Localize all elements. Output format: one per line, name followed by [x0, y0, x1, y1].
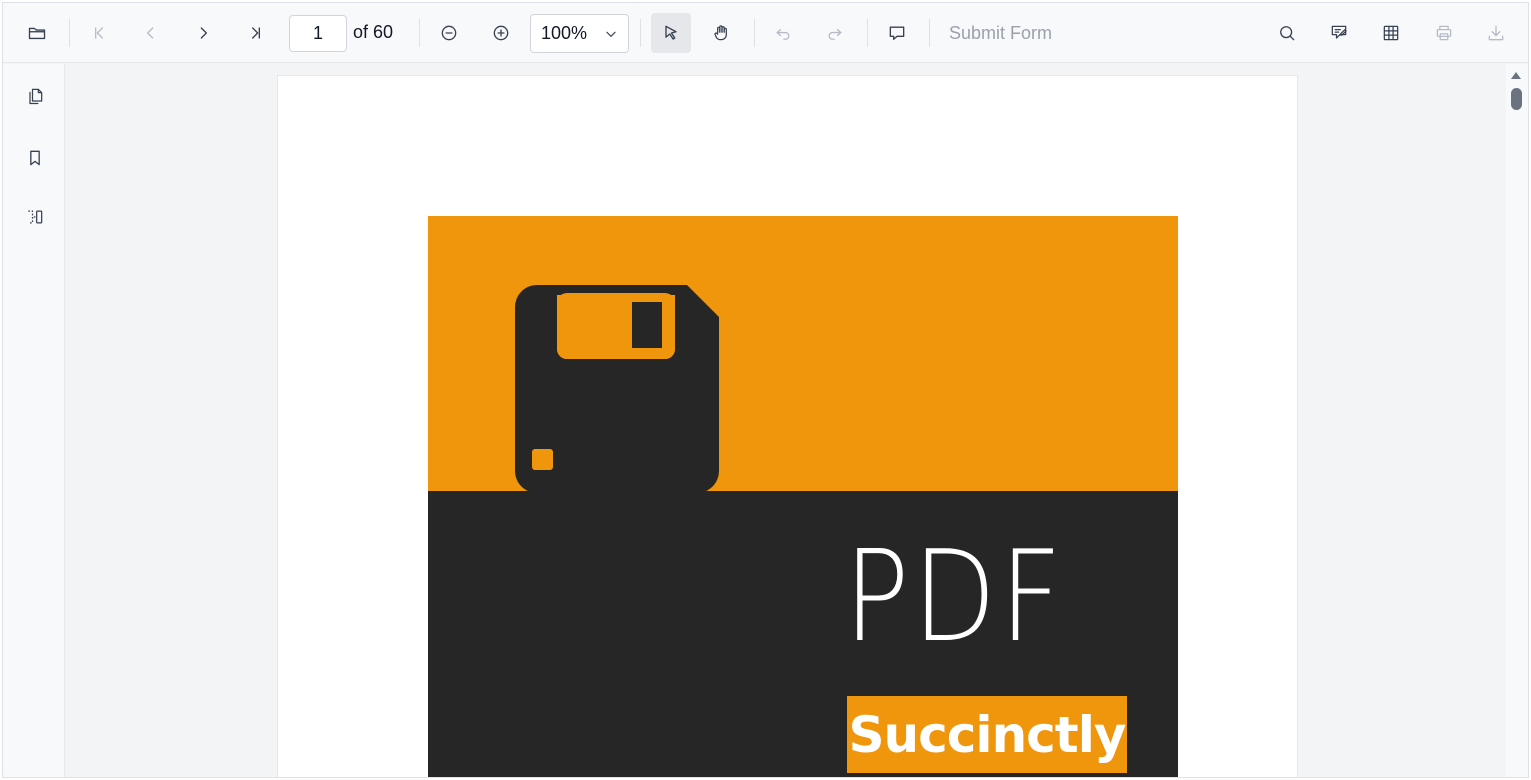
comment-icon[interactable]: [877, 13, 917, 53]
current-page-input[interactable]: [289, 15, 347, 52]
annotation-edit-icon[interactable]: [1319, 13, 1359, 53]
navigation-pane: [3, 64, 65, 777]
vertical-scrollbar[interactable]: [1506, 64, 1528, 777]
next-page-icon[interactable]: [183, 13, 223, 53]
page-count-label: of 60: [353, 22, 394, 42]
page-thumbnails-icon[interactable]: [15, 76, 55, 116]
text-select-icon[interactable]: [651, 13, 691, 53]
search-icon[interactable]: [1267, 13, 1307, 53]
book-cover-image: PDF Succinctly: [428, 216, 1178, 777]
folder-open-icon[interactable]: [17, 13, 57, 53]
last-page-icon[interactable]: [236, 13, 276, 53]
previous-page-icon[interactable]: [131, 13, 171, 53]
form-designer-icon[interactable]: [1371, 13, 1411, 53]
redo-icon[interactable]: [815, 13, 855, 53]
undo-icon[interactable]: [763, 13, 803, 53]
cover-title: PDF: [844, 523, 1066, 670]
pdf-page-1: PDF Succinctly: [277, 75, 1298, 777]
pan-hand-icon[interactable]: [701, 13, 741, 53]
cover-subtitle-badge: Succinctly: [847, 696, 1127, 773]
print-icon[interactable]: [1424, 13, 1464, 53]
first-page-icon[interactable]: [79, 13, 119, 53]
bookmarks-icon[interactable]: [15, 138, 55, 178]
document-viewport[interactable]: PDF Succinctly: [66, 64, 1508, 777]
submit-form-button[interactable]: Submit Form: [949, 23, 1052, 44]
floppy-disk-icon: [515, 285, 719, 493]
zoom-dropdown[interactable]: 100%: [530, 14, 629, 53]
zoom-in-icon[interactable]: [481, 13, 521, 53]
cover-subtitle: Succinctly: [848, 705, 1127, 764]
scroll-thumb[interactable]: [1511, 88, 1522, 110]
zoom-out-icon[interactable]: [429, 13, 469, 53]
download-icon[interactable]: [1476, 13, 1516, 53]
organize-pages-icon[interactable]: [15, 197, 55, 237]
chevron-down-icon: [606, 31, 616, 37]
zoom-value: 100%: [541, 23, 588, 43]
main-toolbar: of 60 100%: [3, 3, 1528, 63]
pdf-viewer: of 60 100%: [2, 2, 1529, 778]
scroll-up-arrow-icon[interactable]: [1511, 72, 1521, 79]
